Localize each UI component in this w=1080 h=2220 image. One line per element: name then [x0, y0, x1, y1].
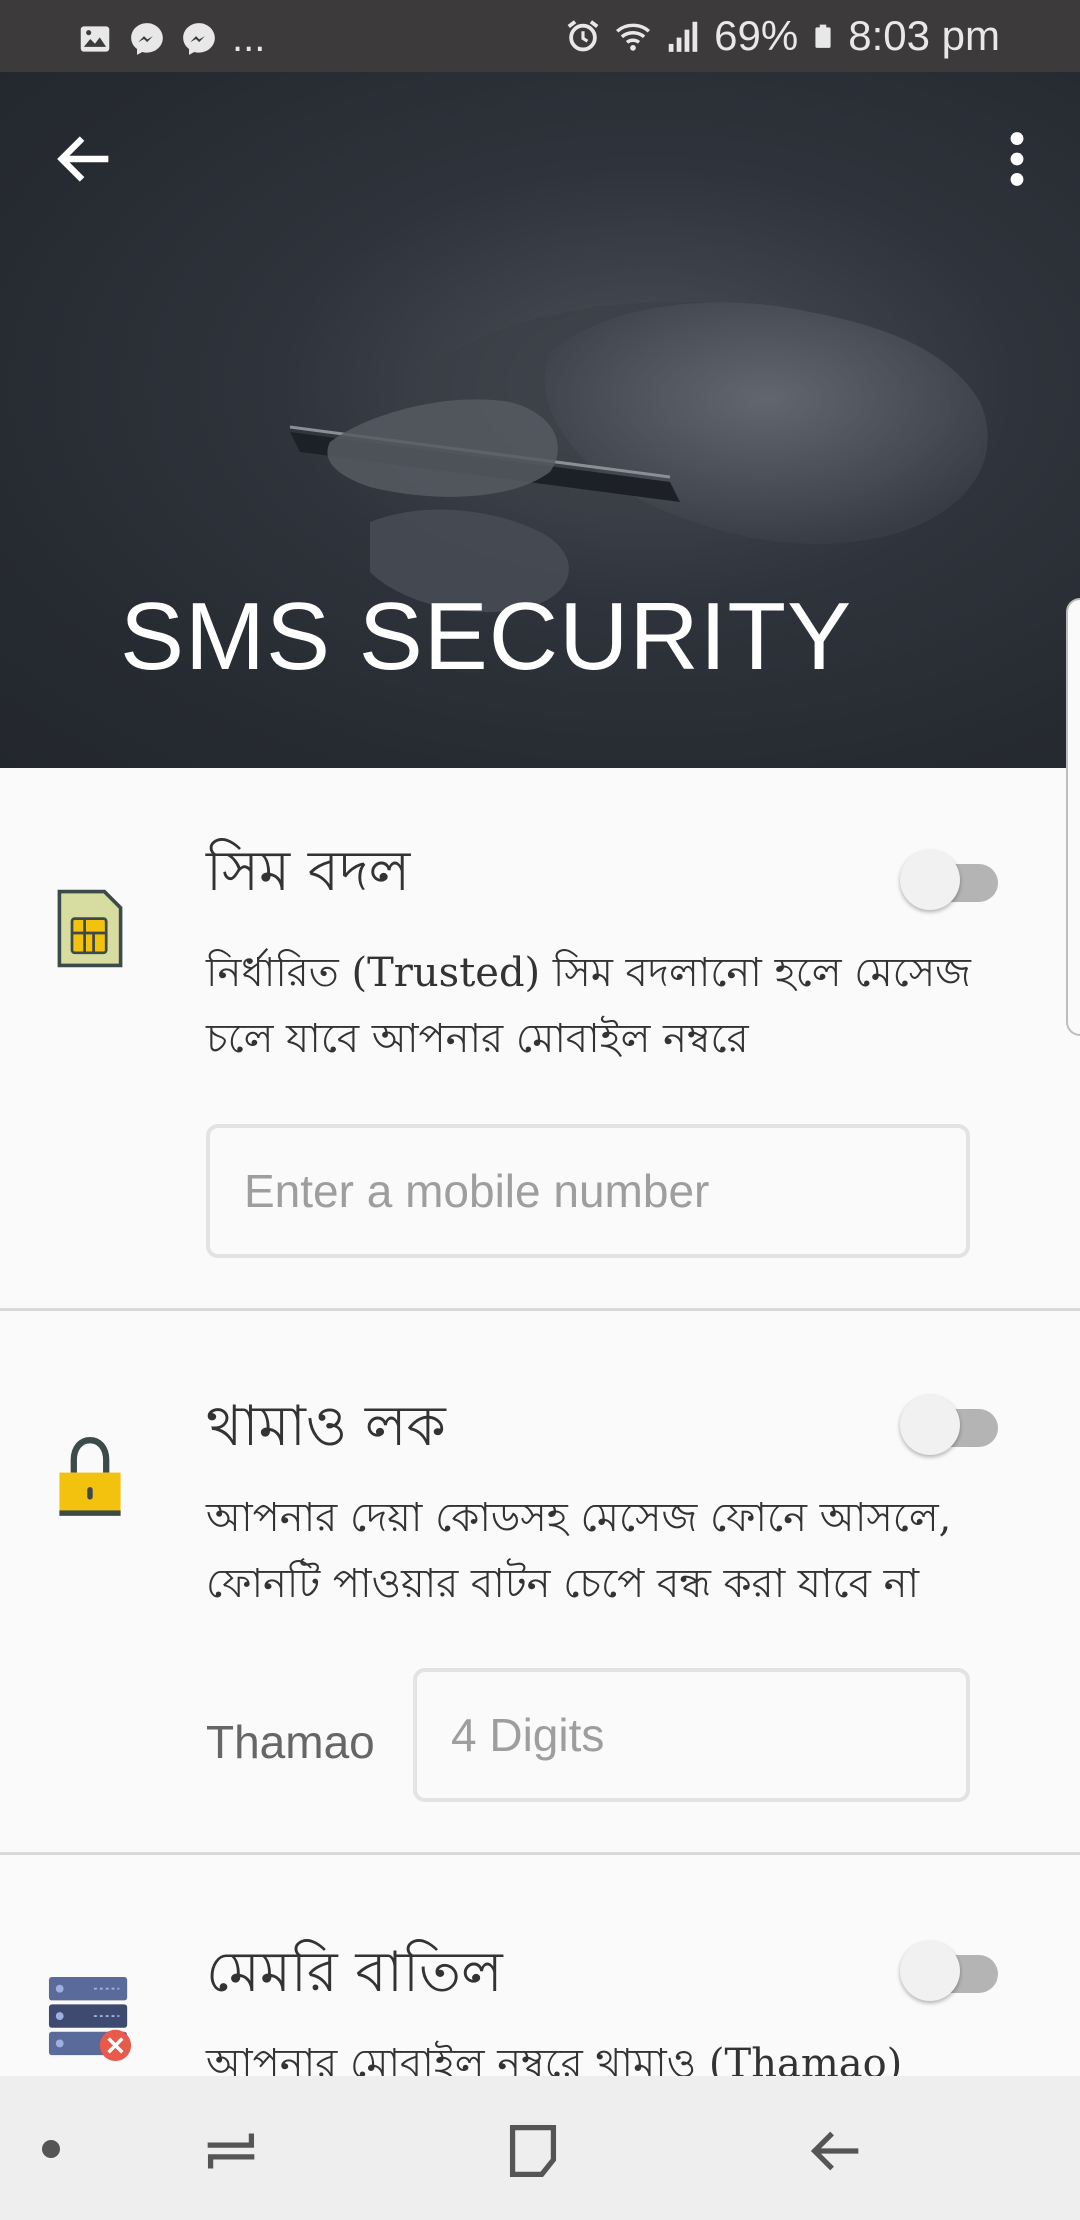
wifi-icon	[616, 23, 651, 51]
notification-icons: ...	[76, 16, 265, 61]
battery-icon	[815, 24, 831, 48]
navigation-bar	[0, 2076, 1080, 2220]
status-bar: ... 69% 8:03 pm	[0, 0, 1080, 72]
mobile-number-placeholder: Enter a mobile number	[244, 1165, 710, 1217]
memory-wipe-toggle[interactable]	[900, 1941, 1000, 2001]
more-notifications-text: ...	[232, 16, 266, 60]
header-banner: SMS SECURITY	[0, 72, 1080, 768]
signal-icon	[668, 21, 698, 52]
memory-wipe-title: মেমরি বাতিল	[206, 1940, 503, 2005]
memory-wipe-description: আপনার মোবাইল নম্বরে থামাও (Thamao)	[206, 2041, 903, 2076]
thamao-code-label: Thamao	[206, 1716, 375, 1768]
home-icon[interactable]	[498, 2116, 568, 2186]
sim-card-icon	[57, 889, 123, 968]
battery-percent: 69%	[714, 12, 799, 59]
back-icon[interactable]	[800, 2116, 870, 2186]
sim-change-section: সিম বদল নির্ধারিত (Trusted) সিম বদলানো হ…	[0, 768, 1080, 1308]
sim-change-title: সিম বদল	[206, 839, 411, 904]
thamao-lock-section: থামাও লক আপনার দেয়া কোডসহ মেসেজ ফোনে আস…	[0, 1311, 1080, 1854]
thamao-code-input[interactable]: 4 Digits	[413, 1668, 970, 1802]
sim-change-toggle[interactable]	[900, 850, 1000, 910]
mobile-number-input[interactable]: Enter a mobile number	[206, 1124, 970, 1258]
thamao-lock-toggle[interactable]	[900, 1395, 1000, 1455]
alarm-icon	[567, 20, 599, 52]
clock: 8:03 pm	[848, 12, 1000, 59]
memory-wipe-section: মেমরি বাতিল আপনার মোবাইল নম্বরে থামাও (T…	[0, 1855, 1080, 2076]
page-title: SMS SECURITY	[120, 583, 853, 690]
thamao-lock-title: থামাও লক	[206, 1394, 446, 1459]
messenger-icon	[131, 22, 163, 55]
messenger-icon	[183, 22, 215, 55]
more-options-icon[interactable]	[982, 124, 1052, 194]
thamao-code-placeholder: 4 Digits	[451, 1709, 605, 1761]
server-delete-icon	[48, 1976, 132, 2062]
back-arrow-icon[interactable]	[50, 124, 120, 194]
lock-icon	[59, 1437, 121, 1516]
image-icon	[80, 25, 110, 52]
dot-icon[interactable]	[42, 2140, 60, 2158]
system-status: 69% 8:03 pm	[564, 12, 1000, 60]
thamao-lock-description: আপনার দেয়া কোডসহ মেসেজ ফোনে আসলে, ফোনটি…	[206, 1495, 952, 1607]
sim-change-description: নির্ধারিত (Trusted) সিম বদলানো হলে মেসেজ…	[206, 950, 971, 1062]
recents-icon[interactable]	[196, 2116, 266, 2186]
